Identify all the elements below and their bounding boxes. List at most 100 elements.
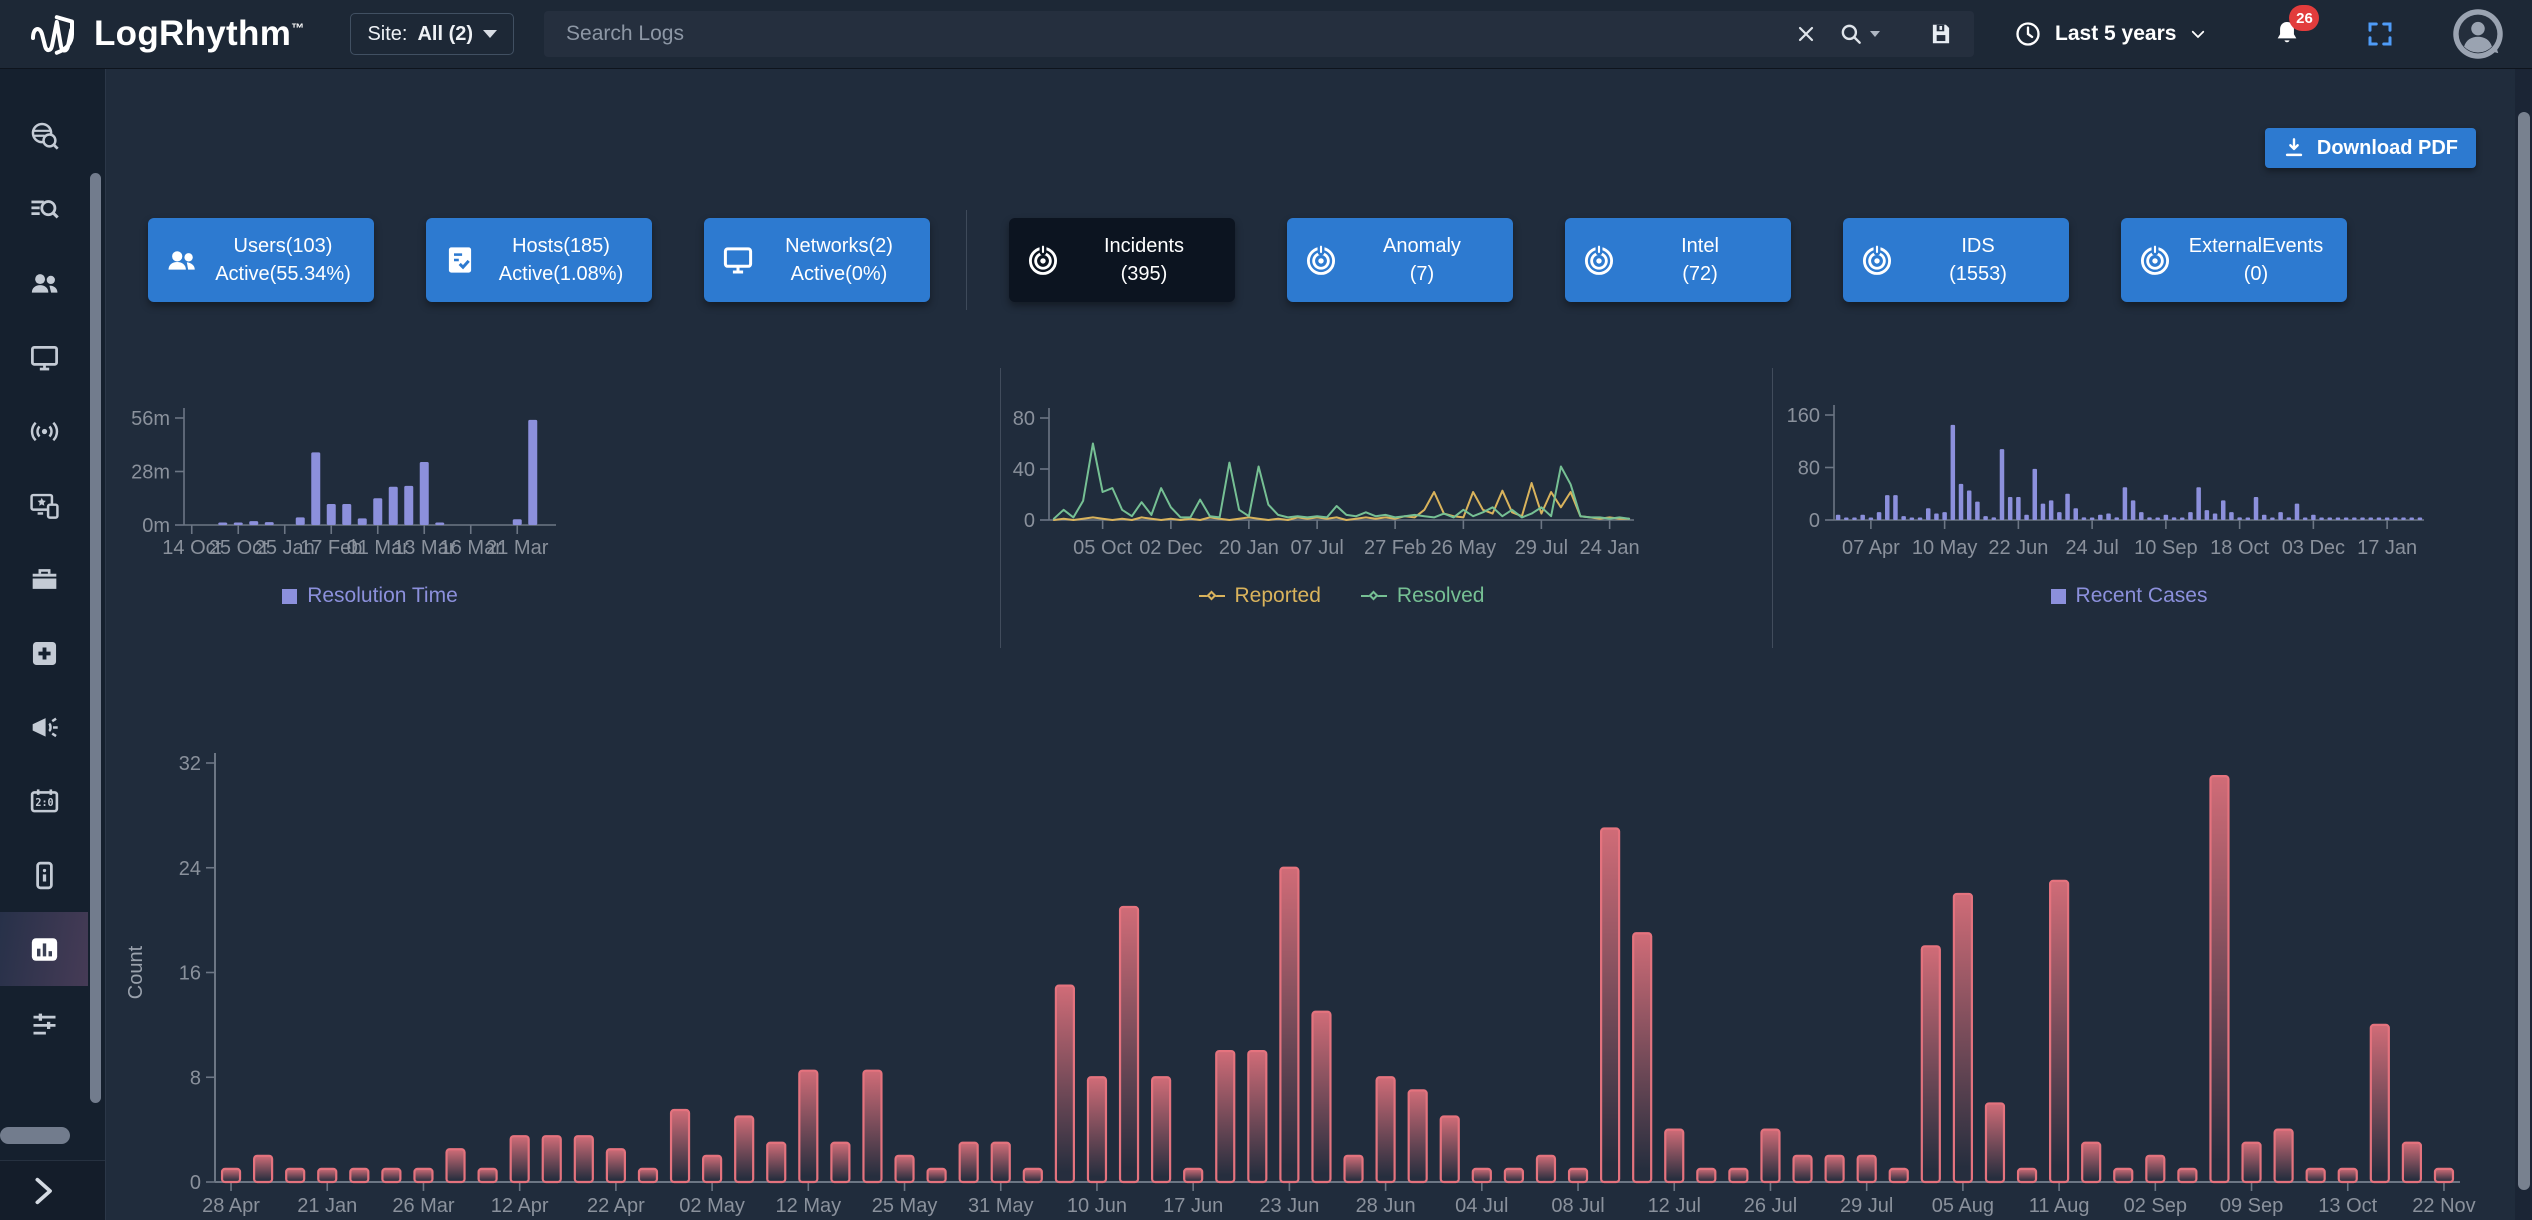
svg-text:13 Oct: 13 Oct [2318, 1195, 2377, 1217]
legend-item[interactable]: Recent Cases [2051, 584, 2208, 608]
notification-badge: 26 [2289, 5, 2319, 31]
target-icon [1581, 242, 1617, 278]
legend-label: Reported [1235, 584, 1321, 608]
svg-text:24 Jan: 24 Jan [1580, 537, 1640, 559]
svg-text:21 Jan: 21 Jan [297, 1195, 357, 1217]
svg-text:0: 0 [190, 1172, 201, 1194]
case-search-icon [28, 119, 61, 152]
tab-label: Hosts(185)Active(1.08%) [482, 232, 640, 288]
sidebar-item-host-monitor[interactable] [0, 320, 88, 394]
tab-label: Incidents(395) [1065, 232, 1223, 288]
incident-count-chart-container: 0816243228 Apr21 Jan26 Mar12 Apr22 Apr02… [106, 730, 2532, 1220]
search-input[interactable] [564, 21, 1774, 47]
svg-text:10 May: 10 May [1912, 537, 1978, 559]
network-activity-icon [28, 415, 61, 448]
sidebar-item-dashboards[interactable] [0, 912, 88, 986]
svg-text:05 Aug: 05 Aug [1932, 1195, 1994, 1217]
svg-text:32: 32 [179, 753, 201, 775]
incident-trend-panel: 0408005 Oct02 Dec20 Jan07 Jul27 Feb26 Ma… [1000, 368, 1772, 648]
logo-mark-icon [30, 12, 82, 56]
tab-anomaly[interactable]: Anomaly(7) [1287, 218, 1513, 302]
svg-text:80: 80 [1798, 458, 1820, 480]
resolution-time-legend: Resolution Time [184, 584, 556, 608]
tab-incidents[interactable]: Incidents(395) [1009, 218, 1235, 302]
cases-icon [28, 563, 61, 596]
tab-label: Networks(2)Active(0%) [760, 232, 918, 288]
svg-text:20 Jan: 20 Jan [1219, 537, 1279, 559]
svg-text:16: 16 [179, 963, 201, 985]
fullscreen-icon [2365, 19, 2395, 49]
svg-text:23 Jun: 23 Jun [1259, 1195, 1319, 1217]
sidebar-item-people[interactable] [0, 246, 88, 320]
svg-text:12 Apr: 12 Apr [491, 1195, 549, 1217]
sidebar-vertical-scrollbar[interactable] [90, 173, 101, 1103]
svg-text:04 Jul: 04 Jul [1455, 1195, 1508, 1217]
user-avatar[interactable] [2451, 7, 2505, 61]
sidebar-item-mobile-info[interactable] [0, 838, 88, 912]
svg-text:31 May: 31 May [968, 1195, 1034, 1217]
legend-swatch [2051, 589, 2066, 604]
svg-text:0m: 0m [142, 515, 170, 537]
svg-text:28m: 28m [131, 462, 170, 484]
horizontal-scrollbar[interactable] [0, 1127, 70, 1144]
entity-tabs-group: Users(103)Active(55.34%) Hosts(185)Active… [148, 218, 930, 302]
time-range-value: Last 5 years [2055, 22, 2176, 46]
site-label: Site: [367, 23, 407, 46]
tab-externalevents[interactable]: ExternalEvents(0) [2121, 218, 2347, 302]
sidebar-item-network-activity[interactable] [0, 394, 88, 468]
sidebar-item-add-new[interactable] [0, 616, 88, 690]
site-selector[interactable]: Site: All (2) [350, 13, 514, 55]
notifications-button[interactable]: 26 [2271, 17, 2303, 51]
svg-text:26 May: 26 May [1431, 537, 1497, 559]
svg-text:10 Jun: 10 Jun [1067, 1195, 1127, 1217]
category-tabs: Users(103)Active(55.34%) Hosts(185)Active… [148, 210, 2512, 310]
time-range-selector[interactable]: Last 5 years [2014, 20, 2207, 48]
svg-text:02 Dec: 02 Dec [1139, 537, 1202, 559]
svg-text:25 May: 25 May [872, 1195, 938, 1217]
svg-text:17 Jan: 17 Jan [2357, 537, 2417, 559]
fullscreen-button[interactable] [2365, 19, 2395, 49]
search-options-icon[interactable] [1838, 21, 1880, 47]
sidebar-item-alarms[interactable] [0, 690, 88, 764]
clear-search-icon[interactable] [1794, 22, 1818, 46]
tab-intel[interactable]: Intel(72) [1565, 218, 1791, 302]
sidebar-item-cases[interactable] [0, 542, 88, 616]
legend-item[interactable]: Resolved [1361, 584, 1485, 608]
legend-item[interactable]: Reported [1199, 584, 1321, 608]
legend-item[interactable]: Resolution Time [282, 584, 458, 608]
brand-logo[interactable]: LogRhythm™ [30, 12, 304, 56]
svg-text:160: 160 [1787, 405, 1820, 427]
tab-hosts[interactable]: Hosts(185)Active(1.08%) [426, 218, 652, 302]
page-scrollbar[interactable] [2518, 112, 2530, 1190]
hosts-icon [442, 242, 478, 278]
svg-text:80: 80 [1013, 408, 1035, 430]
top-bar: LogRhythm™ Site: All (2) Last 5 years [0, 0, 2532, 69]
sidebar-item-log-search[interactable] [0, 172, 88, 246]
add-new-icon [28, 637, 61, 670]
target-icon [1025, 242, 1061, 278]
save-search-icon[interactable] [1928, 21, 1954, 47]
log-search-icon [28, 193, 61, 226]
svg-text:21 Mar: 21 Mar [486, 537, 549, 559]
sidebar-item-endpoint-monitor[interactable] [0, 468, 88, 542]
legend-swatch [282, 589, 297, 604]
svg-text:10 Sep: 10 Sep [2134, 537, 2197, 559]
tab-label: Anomaly(7) [1343, 232, 1501, 288]
sidebar-item-scheduled-reports[interactable]: 2:0 [0, 764, 88, 838]
sidebar-item-settings[interactable] [0, 986, 88, 1060]
sidebar-item-case-search[interactable] [0, 98, 88, 172]
svg-text:22 Apr: 22 Apr [587, 1195, 645, 1217]
svg-text:28 Apr: 28 Apr [202, 1195, 260, 1217]
expand-sidebar-button[interactable] [0, 1160, 105, 1220]
tab-label: Users(103)Active(55.34%) [204, 232, 362, 288]
svg-text:22 Nov: 22 Nov [2412, 1195, 2475, 1217]
tab-users[interactable]: Users(103)Active(55.34%) [148, 218, 374, 302]
download-pdf-button[interactable]: Download PDF [2265, 128, 2476, 168]
tab-ids[interactable]: IDS(1553) [1843, 218, 2069, 302]
svg-text:24: 24 [179, 858, 201, 880]
sidebar-nav: 2:0 [0, 98, 88, 1060]
people-icon [28, 267, 61, 300]
tab-networks[interactable]: Networks(2)Active(0%) [704, 218, 930, 302]
svg-text:Count: Count [125, 945, 147, 999]
svg-text:12 May: 12 May [776, 1195, 842, 1217]
